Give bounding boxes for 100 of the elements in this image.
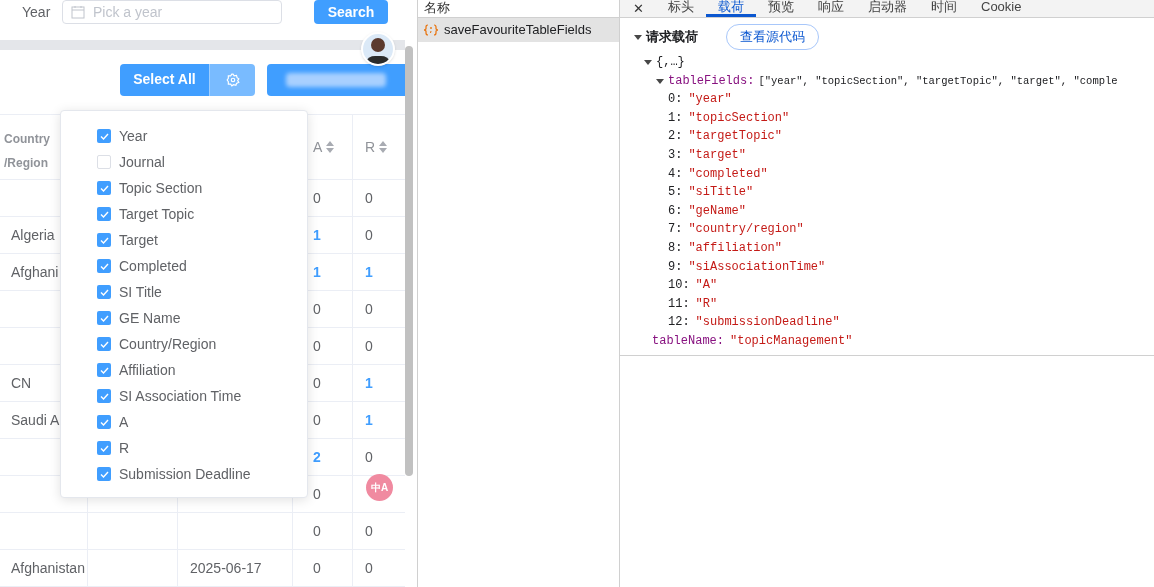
panel-tab[interactable]: 标头 — [656, 0, 706, 17]
table-cell-text: 0 — [365, 225, 373, 245]
table-cell-text: 0 — [365, 188, 373, 208]
checkbox[interactable] — [97, 233, 111, 247]
checkbox[interactable] — [97, 441, 111, 455]
string-value: "targetTopic" — [688, 128, 783, 146]
checkbox[interactable] — [97, 207, 111, 221]
array-index: 12: — [668, 314, 690, 332]
checkbox[interactable] — [97, 181, 111, 195]
string-value: "siTitle" — [688, 184, 754, 202]
array-index: 3: — [668, 146, 683, 164]
column-option[interactable]: Target Topic — [97, 205, 307, 223]
close-button[interactable]: ✕ — [620, 1, 656, 17]
table-cell-text: 0 — [313, 410, 321, 430]
table-cell-text: 0 — [365, 521, 373, 541]
column-option[interactable]: Year — [97, 127, 307, 145]
year-picker[interactable]: Pick a year — [62, 0, 282, 24]
avatar[interactable] — [361, 32, 395, 66]
table-cell-text: 0 — [365, 447, 373, 467]
table-cell-text: 0 — [313, 336, 321, 356]
column-option[interactable]: Country/Region — [97, 335, 307, 353]
panel-tab[interactable]: 响应 — [806, 0, 856, 17]
year-input[interactable]: Pick a year — [93, 1, 243, 23]
column-option[interactable]: R — [97, 439, 307, 457]
property-key: tableName: — [652, 331, 724, 351]
column-option[interactable]: Completed — [97, 257, 307, 275]
column-option[interactable]: GE Name — [97, 309, 307, 327]
property-key: tableFields: — [668, 71, 755, 91]
column-option[interactable]: Submission Deadline — [97, 465, 307, 483]
caret-icon[interactable] — [644, 58, 652, 67]
column-header: R — [365, 137, 376, 157]
checkbox[interactable] — [97, 259, 111, 273]
panel-tab[interactable]: 载荷 — [706, 0, 756, 17]
checkbox[interactable] — [97, 337, 111, 351]
string-value: "completed" — [688, 165, 768, 183]
column-option[interactable]: SI Title — [97, 283, 307, 301]
column-header: Country /Region — [4, 131, 51, 172]
table-cell-text: 2025-06-17 — [190, 558, 262, 578]
column-header: 名称 — [424, 0, 450, 17]
sort-icon[interactable] — [379, 141, 388, 153]
caret-icon[interactable] — [656, 76, 664, 85]
array-index: 0: — [668, 91, 683, 109]
checkbox[interactable] — [97, 415, 111, 429]
table-cell-text: 0 — [313, 558, 321, 578]
section-title: 请求载荷 — [646, 28, 698, 47]
string-value: "affiliation" — [688, 239, 783, 257]
checkbox[interactable] — [97, 129, 111, 143]
checkbox[interactable] — [97, 389, 111, 403]
string-value: "target" — [688, 146, 746, 164]
checkbox[interactable] — [97, 467, 111, 481]
checkbox[interactable] — [97, 155, 111, 169]
sort-icon[interactable] — [326, 141, 335, 153]
table-cell-text: CN — [11, 373, 32, 393]
array-index: 5: — [668, 184, 683, 202]
string-value: "year" — [688, 91, 732, 109]
table-cell-text: 0 — [365, 558, 373, 578]
calendar-icon — [71, 5, 85, 19]
array-index: 1: — [668, 109, 683, 127]
column-option[interactable]: Target — [97, 231, 307, 249]
object-summary: {,…} — [656, 54, 685, 71]
column-option[interactable]: Affiliation — [97, 361, 307, 379]
table-cell-text: 0 — [313, 188, 321, 208]
checkbox[interactable] — [97, 311, 111, 325]
panel-tab[interactable]: 启动器 — [856, 0, 919, 17]
array-index: 10: — [668, 277, 690, 295]
scrollbar[interactable] — [405, 46, 413, 476]
table-cell-text: Afghanistan — [11, 558, 85, 578]
column-header: A — [313, 137, 323, 157]
array-index: 2: — [668, 128, 683, 146]
array-index: 11: — [668, 295, 690, 313]
year-label: Year — [22, 2, 50, 22]
string-value: "siAssociationTime" — [688, 258, 826, 276]
caret-icon[interactable] — [634, 33, 642, 41]
column-option[interactable]: A — [97, 413, 307, 431]
array-index: 7: — [668, 221, 683, 239]
checkbox[interactable] — [97, 363, 111, 377]
column-option[interactable]: Topic Section — [97, 179, 307, 197]
column-settings-button[interactable] — [209, 63, 255, 96]
panel-tab[interactable]: Cookie — [969, 0, 1034, 17]
array-index: 6: — [668, 202, 683, 220]
string-value: "topicSection" — [688, 109, 790, 127]
settings-icon — [225, 72, 240, 87]
string-value: "submissionDeadline" — [695, 314, 840, 332]
array-preview: ["year", "topicSection", "targetTopic", "target", "comple — [758, 73, 1118, 89]
table-cell-text: Afghani — [11, 262, 59, 282]
string-value: "topicManagement" — [730, 332, 853, 350]
request-item[interactable]: saveFavouriteTableFields — [418, 18, 619, 42]
column-option[interactable]: SI Association Time — [97, 387, 307, 405]
table-cell-text: 0 — [313, 373, 321, 393]
string-value: "R" — [695, 295, 718, 313]
checkbox[interactable] — [97, 285, 111, 299]
table-cell-text: 0 — [313, 484, 321, 504]
table-cell-text: 0 — [313, 299, 321, 319]
table-cell-text: 0 — [313, 521, 321, 541]
column-option[interactable]: Journal — [97, 153, 307, 171]
panel-tab[interactable]: 预览 — [756, 0, 806, 17]
array-index: 9: — [668, 258, 683, 276]
panel-tab[interactable]: 时间 — [919, 0, 969, 17]
table-cell-text: 0 — [365, 299, 373, 319]
string-value: "A" — [695, 277, 718, 295]
